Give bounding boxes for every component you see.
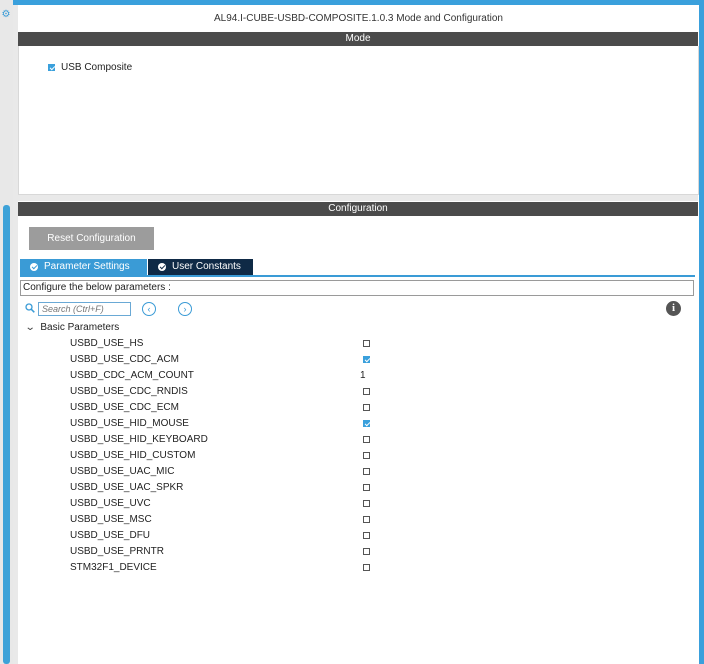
chevron-down-icon[interactable]: ⌄ [25, 322, 36, 333]
parameter-row: USBD_USE_MSC [0, 512, 700, 528]
parameter-checkbox[interactable] [363, 404, 370, 411]
info-icon[interactable]: i [666, 301, 681, 316]
parameter-name: USBD_USE_CDC_ECM [70, 402, 179, 413]
parameter-row: USBD_USE_CDC_RNDIS [0, 384, 700, 400]
parameter-row: USBD_CDC_ACM_COUNT 1 [0, 368, 700, 384]
parameter-name: USBD_USE_UAC_SPKR [70, 482, 184, 493]
parameter-row: USBD_USE_DFU [0, 528, 700, 544]
parameter-list: USBD_USE_HS USBD_USE_CDC_ACM USBD_CDC_ACM_… [0, 336, 700, 576]
panel-splitter[interactable] [18, 195, 698, 201]
search-icon [25, 303, 35, 313]
group-label: Basic Parameters [40, 322, 120, 333]
parameter-checkbox[interactable] [363, 436, 370, 443]
usb-composite-checkbox[interactable] [48, 64, 55, 71]
usb-composite-option[interactable]: USB Composite [48, 62, 132, 73]
parameter-row: USBD_USE_CDC_ECM [0, 400, 700, 416]
usb-composite-label: USB Composite [61, 62, 133, 73]
search-input[interactable] [38, 302, 131, 316]
tab-underline [20, 275, 695, 277]
tab-label: Parameter Settings [44, 261, 130, 272]
parameter-row: USBD_USE_UAC_MIC [0, 464, 700, 480]
parameter-row: USBD_USE_HID_KEYBOARD [0, 432, 700, 448]
parameter-row: USBD_USE_HID_CUSTOM [0, 448, 700, 464]
parameter-checkbox[interactable] [363, 500, 370, 507]
parameter-checkbox[interactable] [363, 516, 370, 523]
parameter-name: USBD_USE_PRNTR [70, 546, 164, 557]
parameter-name: USBD_USE_HID_MOUSE [70, 418, 189, 429]
parameter-name: USBD_USE_HID_KEYBOARD [70, 434, 208, 445]
parameter-name: USBD_USE_HID_CUSTOM [70, 450, 196, 461]
top-accent-border [13, 0, 704, 5]
parameter-name: USBD_USE_DFU [70, 530, 151, 541]
parameters-description: Configure the below parameters : [20, 280, 694, 296]
parameter-checkbox[interactable] [363, 452, 370, 459]
parameter-row: USBD_USE_HS [0, 336, 700, 352]
parameter-checkbox[interactable] [363, 468, 370, 475]
parameter-name: USBD_USE_HS [70, 338, 144, 349]
parameter-name: USBD_USE_UVC [70, 498, 151, 509]
parameter-row: USBD_USE_CDC_ACM [0, 352, 700, 368]
gear-icon[interactable]: ⚙ [1, 10, 11, 20]
chevron-right-icon[interactable]: › [178, 302, 192, 316]
parameter-name: USBD_USE_CDC_ACM [70, 354, 179, 365]
check-circle-icon [30, 263, 38, 271]
configuration-header: Configuration [18, 202, 698, 216]
parameter-row: USBD_USE_UVC [0, 496, 700, 512]
parameter-row: USBD_USE_PRNTR [0, 544, 700, 560]
parameter-checkbox[interactable] [363, 356, 370, 363]
parameter-checkbox[interactable] [363, 388, 370, 395]
parameter-checkbox[interactable] [363, 548, 370, 555]
parameter-name: USBD_USE_UAC_MIC [70, 466, 175, 477]
mode-header: Mode [18, 32, 698, 46]
window-title: AL94.I-CUBE-USBD-COMPOSITE.1.0.3 Mode an… [213, 13, 503, 24]
parameter-row: STM32F1_DEVICE [0, 560, 700, 576]
parameter-checkbox[interactable] [363, 484, 370, 491]
check-circle-icon [158, 263, 166, 271]
tab-label: User Constants [172, 261, 241, 272]
chevron-left-icon[interactable]: ‹ [142, 302, 156, 316]
parameter-row: USBD_USE_HID_MOUSE [0, 416, 700, 432]
tab-user-constants[interactable]: User Constants [148, 259, 253, 275]
basic-parameters-group[interactable]: ⌄ Basic Parameters [25, 322, 120, 333]
parameter-checkbox[interactable] [363, 340, 370, 347]
parameter-row: USBD_USE_UAC_SPKR [0, 480, 700, 496]
parameter-checkbox[interactable] [363, 532, 370, 539]
parameter-name: USBD_USE_MSC [70, 514, 152, 525]
parameter-name: USBD_CDC_ACM_COUNT [70, 370, 194, 381]
tab-parameter-settings[interactable]: Parameter Settings [20, 259, 147, 275]
parameter-name: USBD_USE_CDC_RNDIS [70, 386, 188, 397]
parameter-checkbox[interactable] [363, 564, 370, 571]
parameter-checkbox[interactable] [363, 420, 370, 427]
reset-configuration-button[interactable]: Reset Configuration [29, 227, 154, 250]
parameter-name: STM32F1_DEVICE [70, 562, 157, 573]
parameter-value[interactable]: 1 [360, 368, 366, 384]
